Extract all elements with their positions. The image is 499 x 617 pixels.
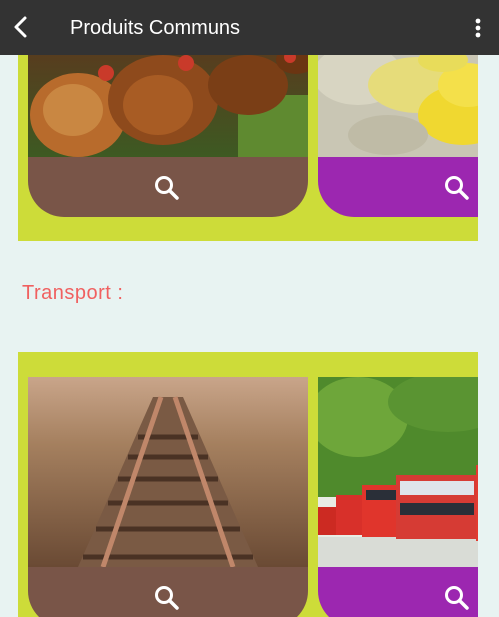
product-card-chickens[interactable] [28, 55, 308, 217]
card-footer[interactable] [28, 157, 308, 217]
product-card-buses[interactable] [318, 377, 478, 617]
product-carousel-2[interactable] [18, 352, 478, 617]
card-footer[interactable] [318, 157, 478, 217]
app-bar: Produits Communs [0, 0, 499, 55]
search-icon[interactable] [152, 583, 182, 613]
more-vert-icon[interactable] [466, 14, 490, 42]
arrow-back-icon[interactable] [6, 12, 36, 42]
page-title: Produits Communs [70, 17, 241, 39]
product-carousel-1[interactable] [18, 55, 478, 241]
search-icon[interactable] [442, 583, 472, 613]
search-icon[interactable] [152, 173, 182, 203]
product-card-corn[interactable] [318, 55, 478, 217]
red-buses-photo [318, 377, 478, 567]
card-footer[interactable] [318, 567, 478, 617]
chickens-photo [28, 55, 308, 157]
product-card-railway[interactable] [28, 377, 308, 617]
section-label-transport: Transport : [22, 282, 124, 304]
search-icon[interactable] [442, 173, 472, 203]
railway-tracks-photo [28, 377, 308, 567]
corn-photo [318, 55, 478, 157]
card-footer[interactable] [28, 567, 308, 617]
